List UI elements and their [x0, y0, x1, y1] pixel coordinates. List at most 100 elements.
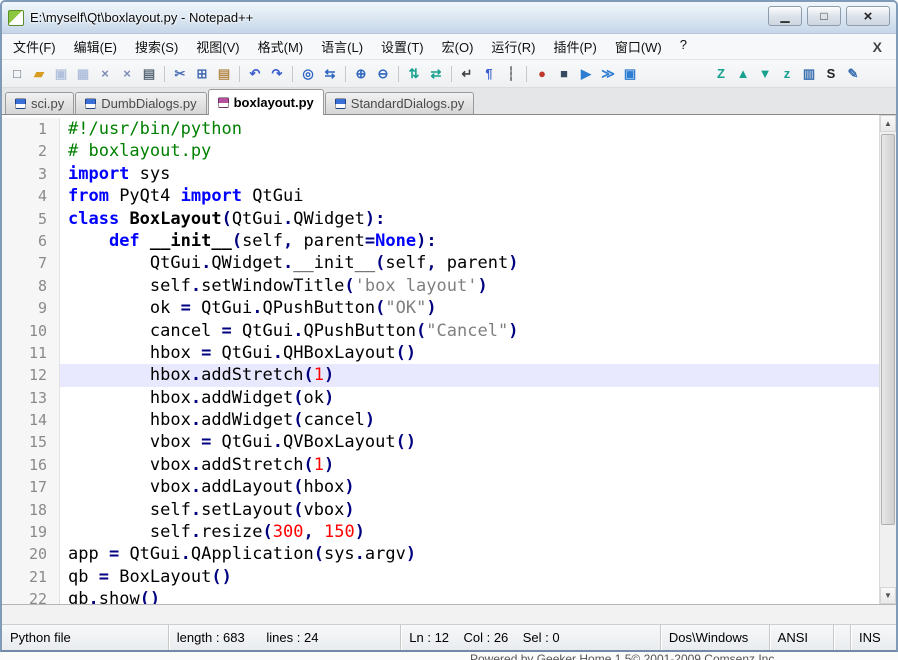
code-line[interactable]: 16 vbox.addStretch(1)	[2, 454, 879, 476]
code-line[interactable]: 5class BoxLayout(QtGui.QWidget):	[2, 208, 879, 230]
show-all-characters-icon[interactable]: ¶	[479, 64, 499, 84]
word-wrap-icon[interactable]: ↵	[457, 64, 477, 84]
line-number[interactable]: 17	[2, 476, 60, 498]
undo-icon[interactable]: ↶	[245, 64, 265, 84]
save-macro-icon[interactable]: ▣	[620, 64, 640, 84]
code-line[interactable]: 14 hbox.addWidget(cancel)	[2, 409, 879, 431]
line-number[interactable]: 14	[2, 409, 60, 431]
menu-item-edit[interactable]: 编辑(E)	[65, 33, 126, 60]
save-all-icon[interactable]: ▦	[73, 64, 93, 84]
line-number[interactable]: 21	[2, 566, 60, 588]
menu-item-run[interactable]: 运行(R)	[482, 33, 544, 60]
zoom-in-icon[interactable]: ⊕	[351, 64, 371, 84]
editor[interactable]: 1#!/usr/bin/python2# boxlayout.py3import…	[2, 115, 896, 605]
vertical-scrollbar[interactable]: ▲ ▼	[879, 115, 896, 604]
menu-item-macro[interactable]: 宏(O)	[433, 33, 483, 60]
plugin-spell-check-icon[interactable]: S	[821, 64, 841, 84]
plugin-move-up-icon[interactable]: ▲	[733, 64, 753, 84]
print-icon[interactable]: ▤	[139, 64, 159, 84]
code-line[interactable]: 12 hbox.addStretch(1)	[2, 364, 879, 386]
code-line[interactable]: 2# boxlayout.py	[2, 140, 879, 162]
line-number[interactable]: 1	[2, 118, 60, 140]
close-all-files-icon[interactable]: ×	[117, 64, 137, 84]
code-line[interactable]: 3import sys	[2, 163, 879, 185]
scroll-down-arrow-icon[interactable]: ▼	[880, 587, 896, 604]
scroll-up-arrow-icon[interactable]: ▲	[880, 115, 896, 132]
code-line[interactable]: 21qb = BoxLayout()	[2, 566, 879, 588]
code-lines[interactable]: 1#!/usr/bin/python2# boxlayout.py3import…	[2, 115, 879, 604]
line-number[interactable]: 5	[2, 208, 60, 230]
menu-item-view[interactable]: 视图(V)	[187, 33, 248, 60]
menu-item-encoding[interactable]: 格式(M)	[249, 33, 313, 60]
code-line[interactable]: 18 self.setLayout(vbox)	[2, 499, 879, 521]
menu-item-settings[interactable]: 设置(T)	[372, 33, 433, 60]
tab-standarddialogs-py[interactable]: StandardDialogs.py	[325, 92, 474, 114]
replace-icon[interactable]: ⇆	[320, 64, 340, 84]
code-line[interactable]: 17 vbox.addLayout(hbox)	[2, 476, 879, 498]
menu-item-help[interactable]: ?	[671, 33, 696, 60]
sync-vertical-scroll-icon[interactable]: ⇅	[404, 64, 424, 84]
code-line[interactable]: 13 hbox.addWidget(ok)	[2, 387, 879, 409]
line-number[interactable]: 10	[2, 320, 60, 342]
save-icon[interactable]: ▣	[51, 64, 71, 84]
line-number[interactable]: 15	[2, 431, 60, 453]
tab-sci-py[interactable]: sci.py	[5, 92, 74, 114]
line-number[interactable]: 6	[2, 230, 60, 252]
record-macro-icon[interactable]: ●	[532, 64, 552, 84]
line-number[interactable]: 12	[2, 364, 60, 386]
code-line[interactable]: 11 hbox = QtGui.QHBoxLayout()	[2, 342, 879, 364]
code-line[interactable]: 10 cancel = QtGui.QPushButton("Cancel")	[2, 320, 879, 342]
paste-icon[interactable]: ▤	[214, 64, 234, 84]
copy-icon[interactable]: ⊞	[192, 64, 212, 84]
plugin-export-icon[interactable]: ▥	[799, 64, 819, 84]
scrollbar-thumb[interactable]	[881, 134, 895, 525]
zoom-out-icon[interactable]: ⊖	[373, 64, 393, 84]
plugin-sort-icon[interactable]: Z	[711, 64, 731, 84]
minimize-button[interactable]: ▁	[768, 6, 802, 26]
menu-item-file[interactable]: 文件(F)	[4, 33, 65, 60]
close-button[interactable]: ×	[846, 6, 890, 26]
line-number[interactable]: 19	[2, 521, 60, 543]
line-number[interactable]: 16	[2, 454, 60, 476]
find-icon[interactable]: ◎	[298, 64, 318, 84]
statusbar-insert-mode[interactable]: INS	[851, 625, 896, 650]
menu-item-language[interactable]: 语言(L)	[312, 33, 372, 60]
close-document-button[interactable]: X	[861, 39, 894, 55]
code-line[interactable]: 20app = QtGui.QApplication(sys.argv)	[2, 543, 879, 565]
line-number[interactable]: 7	[2, 252, 60, 274]
code-line[interactable]: 19 self.resize(300, 150)	[2, 521, 879, 543]
stop-macro-icon[interactable]: ■	[554, 64, 574, 84]
line-number[interactable]: 18	[2, 499, 60, 521]
code-line[interactable]: 7 QtGui.QWidget.__init__(self, parent)	[2, 252, 879, 274]
plugin-sort-desc-icon[interactable]: z	[777, 64, 797, 84]
menu-item-search[interactable]: 搜索(S)	[126, 33, 187, 60]
redo-icon[interactable]: ↷	[267, 64, 287, 84]
line-number[interactable]: 8	[2, 275, 60, 297]
new-file-icon[interactable]: □	[7, 64, 27, 84]
cut-icon[interactable]: ✂	[170, 64, 190, 84]
code-line[interactable]: 8 self.setWindowTitle('box layout')	[2, 275, 879, 297]
line-number[interactable]: 2	[2, 140, 60, 162]
code-line[interactable]: 6 def __init__(self, parent=None):	[2, 230, 879, 252]
line-number[interactable]: 22	[2, 588, 60, 604]
code-line[interactable]: 15 vbox = QtGui.QVBoxLayout()	[2, 431, 879, 453]
run-macro-multiple-icon[interactable]: ≫	[598, 64, 618, 84]
menu-item-plugins[interactable]: 插件(P)	[544, 33, 605, 60]
line-number[interactable]: 9	[2, 297, 60, 319]
plugin-edit-pencil-icon[interactable]: ✎	[843, 64, 863, 84]
line-number[interactable]: 20	[2, 543, 60, 565]
menu-item-window[interactable]: 窗口(W)	[606, 33, 671, 60]
open-folder-icon[interactable]: ▰	[29, 64, 49, 84]
line-number[interactable]: 3	[2, 163, 60, 185]
line-number[interactable]: 4	[2, 185, 60, 207]
line-number[interactable]: 11	[2, 342, 60, 364]
line-number[interactable]: 13	[2, 387, 60, 409]
play-macro-icon[interactable]: ▶	[576, 64, 596, 84]
sync-horizontal-scroll-icon[interactable]: ⇄	[426, 64, 446, 84]
tab-dumbdialogs-py[interactable]: DumbDialogs.py	[75, 92, 206, 114]
plugin-move-down-icon[interactable]: ▼	[755, 64, 775, 84]
title-bar[interactable]: E:\myself\Qt\boxlayout.py - Notepad++ ▁ …	[2, 2, 896, 34]
code-line[interactable]: 9 ok = QtGui.QPushButton("OK")	[2, 297, 879, 319]
code-line[interactable]: 4from PyQt4 import QtGui	[2, 185, 879, 207]
maximize-button[interactable]: □	[807, 6, 841, 26]
